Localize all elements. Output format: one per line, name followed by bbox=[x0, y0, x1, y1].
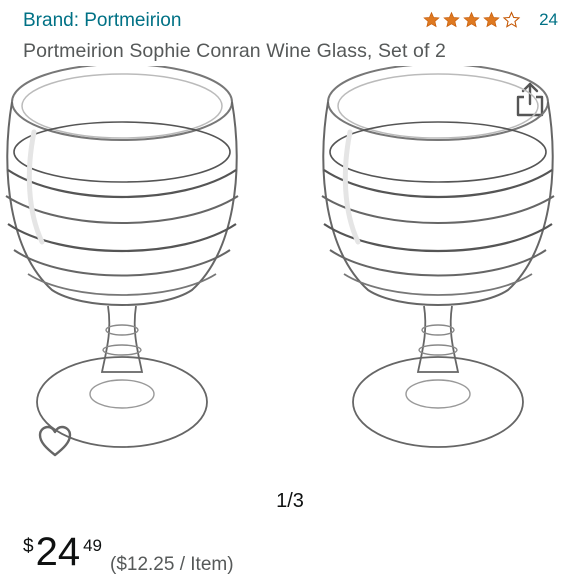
unit-price: ($12.25 / Item) bbox=[110, 554, 234, 575]
rating-count[interactable]: 24 bbox=[539, 10, 558, 30]
rating-summary[interactable]: 24 bbox=[422, 10, 558, 30]
star-icon bbox=[443, 11, 460, 28]
brand-link[interactable]: Brand: Portmeirion bbox=[23, 10, 181, 32]
product-image[interactable] bbox=[0, 66, 580, 486]
star-rating bbox=[422, 11, 521, 29]
price-fraction: 49 bbox=[83, 536, 102, 555]
star-empty-icon bbox=[502, 11, 521, 28]
price-whole: 24 bbox=[35, 530, 81, 574]
star-icon bbox=[483, 11, 500, 28]
heart-outline-icon[interactable] bbox=[36, 423, 74, 459]
star-icon bbox=[423, 11, 440, 28]
price-block: $ 24 49 ($12.25 / Item) bbox=[23, 532, 234, 576]
image-counter: 1/3 bbox=[276, 490, 304, 512]
product-title: Portmeirion Sophie Conran Wine Glass, Se… bbox=[23, 40, 446, 62]
price-symbol: $ bbox=[23, 536, 34, 557]
star-icon bbox=[463, 11, 480, 28]
